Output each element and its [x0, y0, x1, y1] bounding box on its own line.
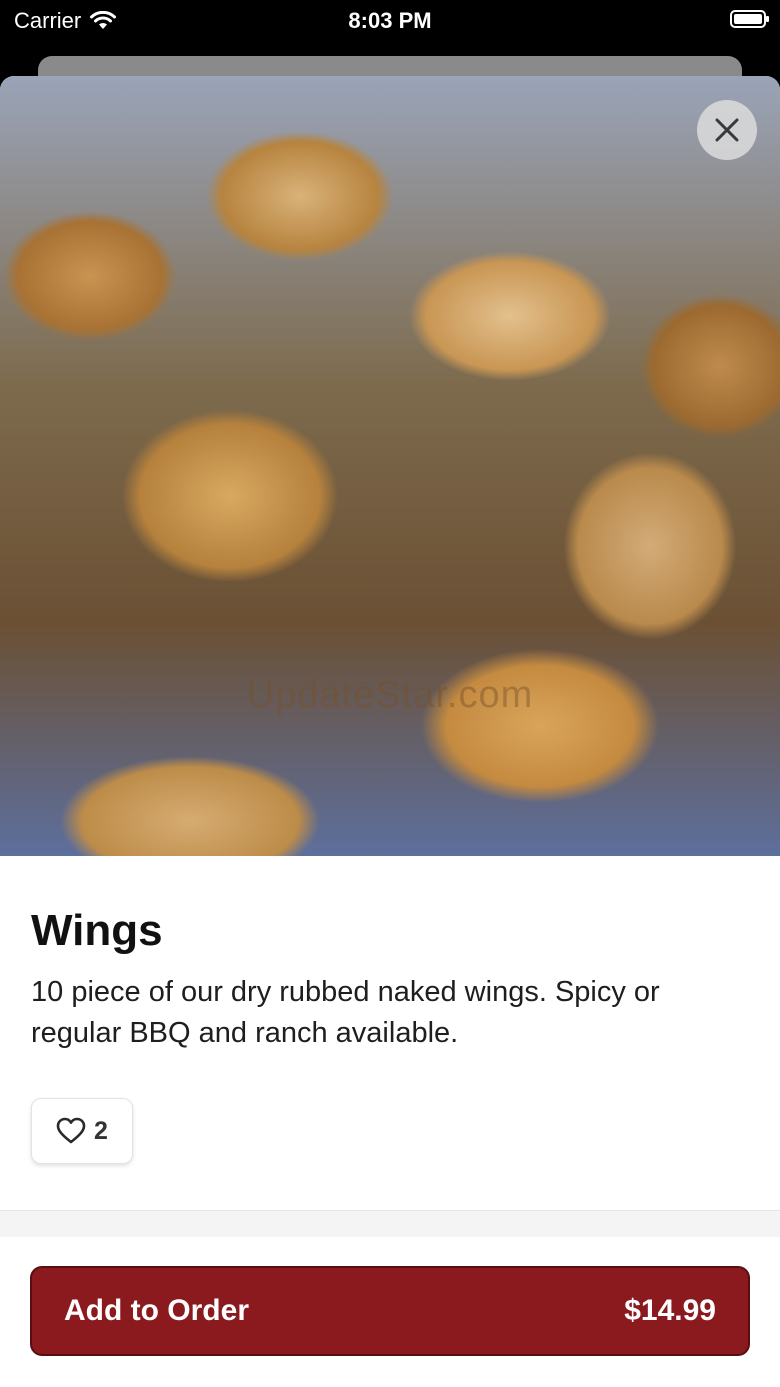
battery-icon	[730, 10, 769, 28]
add-to-order-button[interactable]: Add to Order $14.99	[30, 1266, 750, 1356]
status-bar: Carrier 8:03 PM	[0, 0, 780, 40]
add-to-order-label: Add to Order	[64, 1294, 249, 1327]
item-description: 10 piece of our dry rubbed naked wings. …	[31, 976, 660, 1049]
like-button[interactable]: 2	[31, 1098, 133, 1164]
item-photo: UpdateStar.com	[0, 76, 780, 856]
watermark: UpdateStar.com	[246, 674, 534, 716]
item-price: $14.99	[624, 1294, 716, 1327]
close-button[interactable]	[697, 100, 757, 160]
divider	[0, 1210, 780, 1237]
like-count: 2	[94, 1116, 108, 1145]
close-icon	[715, 118, 739, 142]
item-title: Wings	[31, 906, 163, 955]
item-detail-sheet: UpdateStar.com Wings 10 piece of our dry…	[0, 76, 780, 1387]
heart-icon	[56, 1117, 86, 1144]
status-time: 8:03 PM	[348, 8, 432, 33]
